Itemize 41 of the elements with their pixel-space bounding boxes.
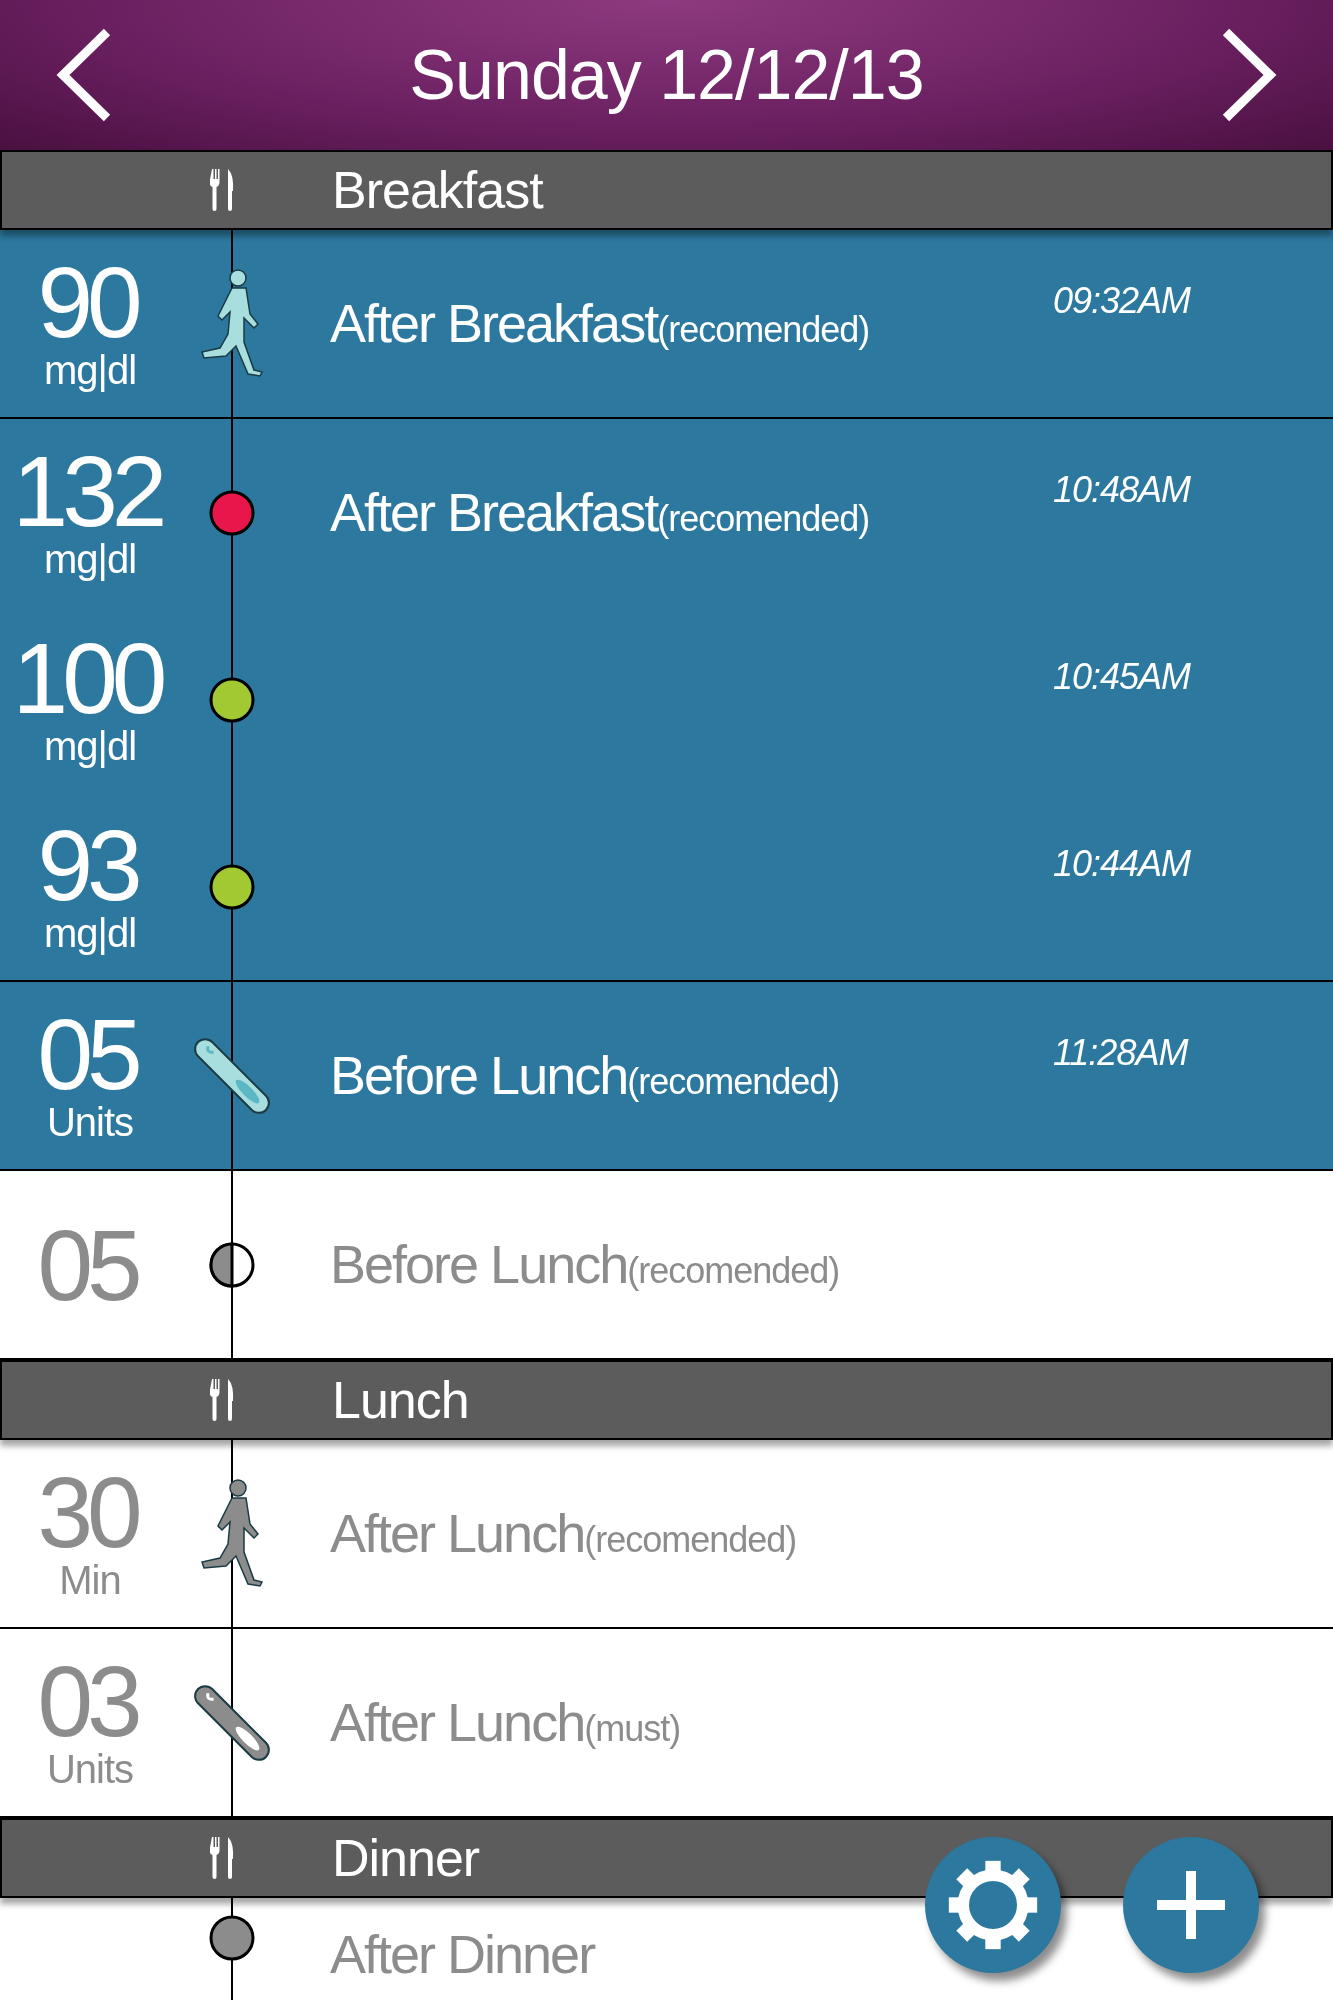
reading-value: 93 [37, 818, 139, 911]
reading-value: 03 [37, 1654, 139, 1747]
entry-time: 09:32AM [1053, 280, 1191, 321]
entry-note: (recomended) [584, 1518, 797, 1562]
reading-value: 100 [12, 631, 163, 724]
entry-title: After Breakfast [330, 292, 658, 355]
reading-unit: Min [59, 1557, 121, 1602]
entry-title: After Lunch [330, 1502, 585, 1565]
fork-knife-icon [210, 1379, 234, 1421]
reading-value: 30 [37, 1465, 139, 1558]
reading-unit: Units [46, 1746, 134, 1791]
entry-note: (recomended) [657, 309, 870, 352]
reading-unit: mg|dl [43, 910, 137, 955]
entry-title: After Breakfast [330, 481, 658, 544]
entry-note: (recomended) [627, 1060, 840, 1104]
entry-time: 11:28AM [1053, 1032, 1188, 1073]
entry-title: After Dinner [330, 1923, 595, 1986]
meal-label: Dinner [332, 1828, 480, 1889]
entry-note: (recomended) [627, 1249, 840, 1293]
date-title: Sunday 12/12/13 [409, 34, 924, 116]
reading-unit: mg|dl [43, 723, 137, 768]
reading-unit: mg|dl [43, 347, 137, 392]
reading-value: 05 [37, 1007, 139, 1100]
reading-value: 05 [37, 1218, 139, 1311]
entry-note: (must) [584, 1707, 681, 1751]
entry-time: 10:48AM [1053, 469, 1191, 510]
entry-time: 10:44AM [1053, 843, 1191, 884]
entry-time: 10:45AM [1053, 656, 1191, 697]
fork-knife-icon [210, 169, 234, 211]
fork-knife-icon [210, 1837, 234, 1879]
entry-title: Before Lunch [330, 1233, 628, 1296]
reading-unit: mg|dl [43, 536, 137, 581]
meal-label: Lunch [332, 1370, 469, 1431]
plus-icon [1155, 1869, 1227, 1941]
reading-value: 90 [37, 255, 139, 348]
entry-title: After Lunch [330, 1691, 585, 1754]
reading-unit: Units [46, 1099, 134, 1144]
entry-note: (recomended) [657, 498, 870, 541]
meal-label: Breakfast [332, 160, 543, 221]
entry-title: Before Lunch [330, 1044, 628, 1107]
reading-value: 132 [12, 444, 163, 537]
